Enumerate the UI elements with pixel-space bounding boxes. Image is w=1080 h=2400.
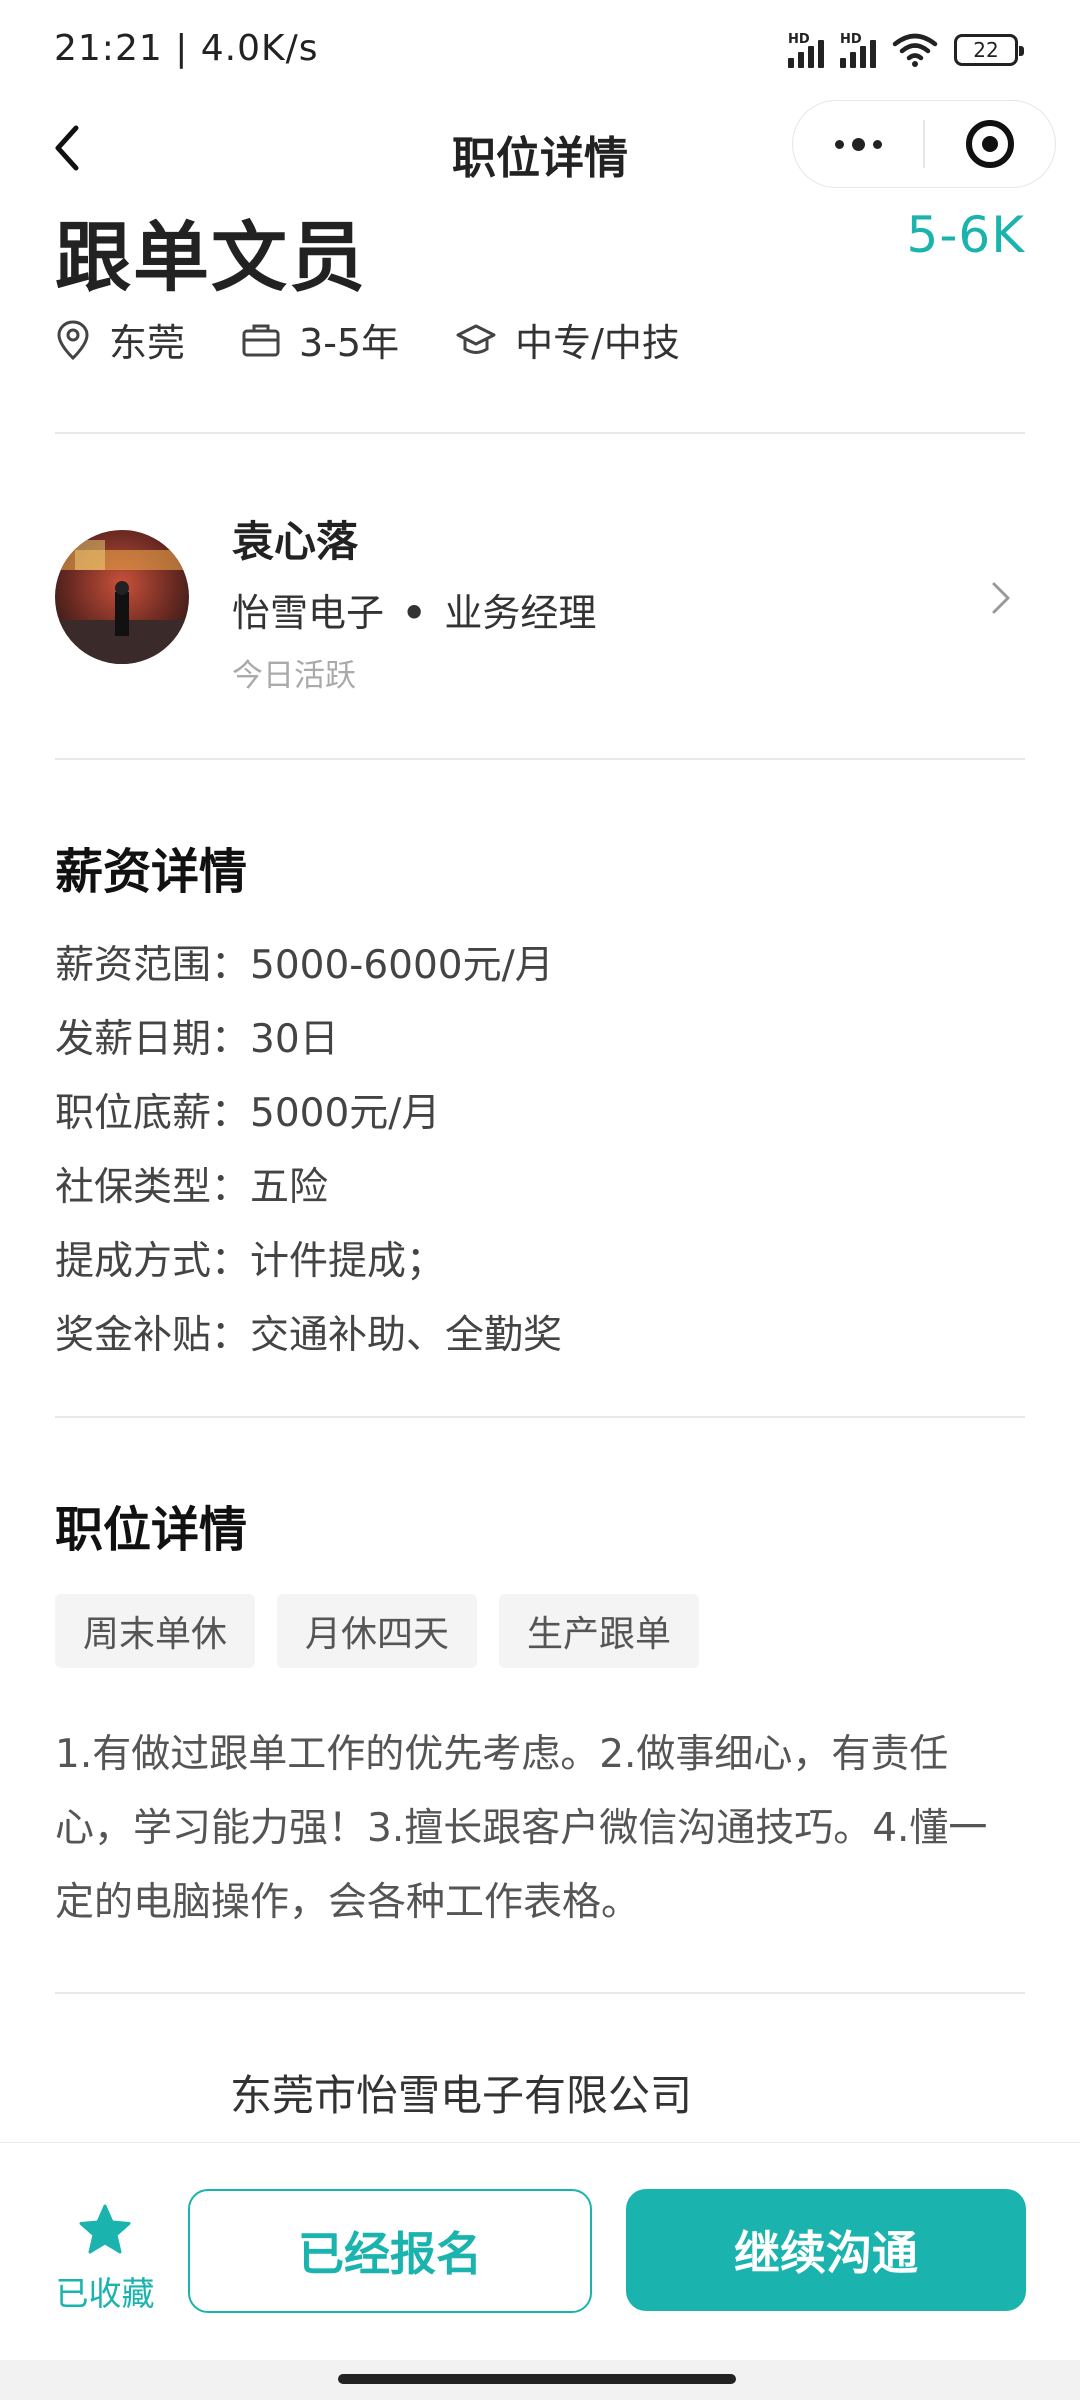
nav-bar: 职位详情 <box>0 100 1080 196</box>
company-name[interactable]: 东莞市怡雪电子有限公司 <box>230 2062 692 2123</box>
recruiter-activity: 今日活跃 <box>232 658 356 694</box>
recruiter-role: 业务经理 <box>444 591 597 635</box>
home-indicator[interactable] <box>338 2374 736 2384</box>
dot-icon <box>851 137 865 151</box>
job-experience: 3-5年 <box>241 312 399 367</box>
separator-dot: • <box>402 591 427 635</box>
job-education-text: 中专/中技 <box>515 321 680 365</box>
briefcase-icon <box>242 324 280 356</box>
target-icon <box>965 120 1014 168</box>
applied-button[interactable]: 已经报名 <box>188 2189 592 2313</box>
salary-row: 社保类型：五险 <box>55 1165 329 1210</box>
job-tag: 月休四天 <box>277 1594 478 1668</box>
recruiter-company-name: 怡雪电子 <box>232 591 385 635</box>
job-tags: 周末单休 月休四天 生产跟单 <box>55 1594 700 1668</box>
job-experience-text: 3-5年 <box>299 321 400 365</box>
job-title: 跟单文员 <box>55 213 367 302</box>
continue-chat-button[interactable]: 继续沟通 <box>626 2189 1026 2311</box>
chevron-right-icon <box>992 582 1010 614</box>
favorite-label: 已收藏 <box>55 2274 155 2313</box>
recruiter-open-button[interactable] <box>990 580 1012 620</box>
recruiter-name: 袁心落 <box>232 517 359 566</box>
status-time: 21:21 | 4.0K/s <box>54 28 319 69</box>
salary-row: 职位底薪：5000元/月 <box>55 1091 441 1136</box>
job-location-text: 东莞 <box>109 321 186 365</box>
battery-icon: 22 <box>954 34 1024 66</box>
job-meta: 东莞 3-5年 中专/中技 <box>55 312 736 367</box>
star-icon <box>79 2204 131 2254</box>
recruiter-company: 怡雪电子 • 业务经理 <box>232 582 596 637</box>
job-detail-section-title: 职位详情 <box>55 1502 248 1558</box>
location-pin-icon <box>57 319 89 360</box>
salary-section-title: 薪资详情 <box>55 844 248 900</box>
divider <box>55 1992 1025 1994</box>
salary-row: 奖金补贴：交通补助、全勤奖 <box>55 1313 563 1358</box>
job-salary: 5-6K <box>906 206 1025 264</box>
job-education: 中专/中技 <box>455 312 680 367</box>
divider <box>55 1416 1025 1418</box>
job-location: 东莞 <box>55 312 185 367</box>
more-menu-button[interactable] <box>793 101 923 187</box>
graduation-cap-icon <box>456 324 496 354</box>
dot-icon <box>834 139 844 149</box>
bottom-action-bar: 已收藏 已经报名 继续沟通 <box>0 2142 1080 2360</box>
favorite-button[interactable]: 已收藏 <box>50 2203 160 2315</box>
job-tag: 周末单休 <box>55 1594 256 1668</box>
salary-row: 提成方式：计件提成； <box>55 1239 446 1284</box>
battery-level: 22 <box>973 38 999 62</box>
close-miniprogram-button[interactable] <box>925 120 1056 168</box>
status-icons: HD HD 22 <box>788 32 1024 68</box>
recruiter-avatar[interactable] <box>55 530 189 664</box>
signal-icon: HD <box>840 32 876 68</box>
salary-row: 发薪日期：30日 <box>55 1017 339 1062</box>
signal-icon: HD <box>788 32 824 68</box>
dot-icon <box>872 139 882 149</box>
salary-row: 薪资范围：5000-6000元/月 <box>55 943 554 988</box>
divider <box>55 758 1025 760</box>
wifi-icon <box>892 33 938 67</box>
miniprogram-capsule <box>792 100 1056 188</box>
job-tag: 生产跟单 <box>499 1594 700 1668</box>
divider <box>55 432 1025 434</box>
status-bar: 21:21 | 4.0K/s HD HD 22 <box>0 0 1080 100</box>
job-description: 1.有做过跟单工作的优先考虑。2.做事细心，有责任心，学习能力强！3.擅长跟客户… <box>55 1732 988 1925</box>
gesture-area <box>0 2360 1080 2400</box>
